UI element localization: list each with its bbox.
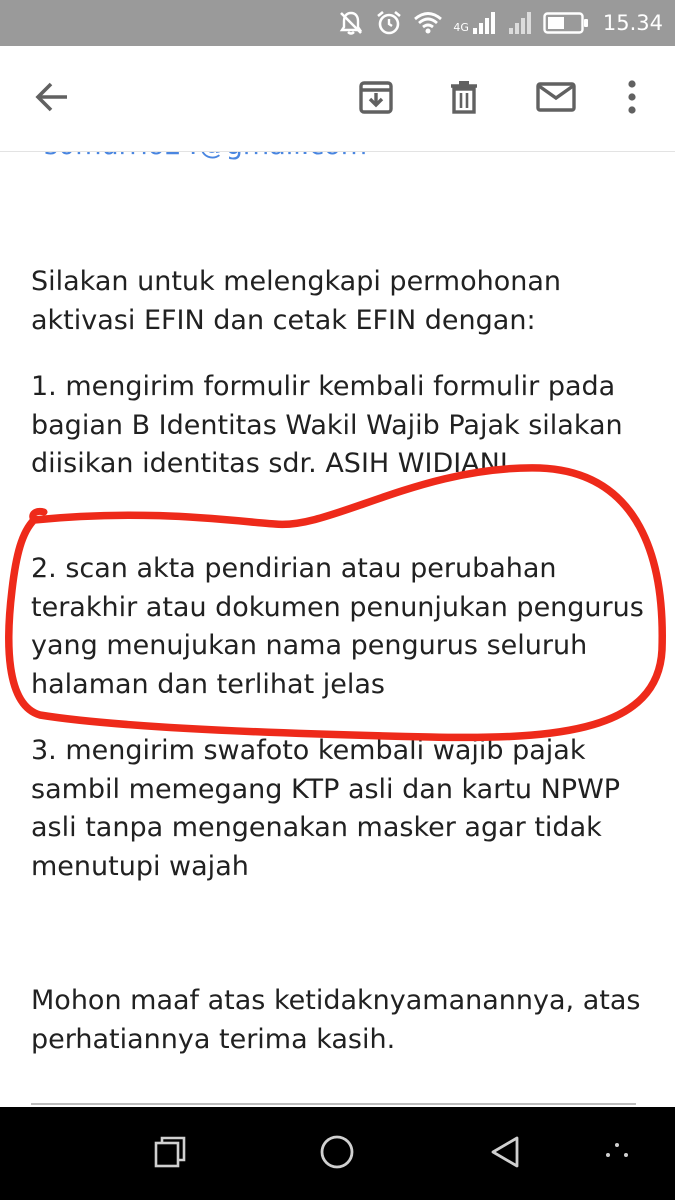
- home-button[interactable]: [306, 1107, 368, 1200]
- mark-unread-icon: [536, 81, 576, 117]
- back-arrow-icon: [34, 79, 70, 119]
- delete-button[interactable]: [432, 46, 496, 152]
- sender-email-link[interactable]: s0murrio24@gmail.com: [44, 152, 367, 161]
- email-intro-text: Silakan untuk melengkapi permohonan akti…: [31, 266, 562, 336]
- navigation-bar: [0, 1107, 675, 1200]
- divider: [31, 1103, 636, 1105]
- more-options-button[interactable]: [612, 46, 652, 152]
- archive-icon: [358, 79, 394, 119]
- signal-weak-icon: [507, 10, 533, 36]
- email-item-2: 2. scan akta pendirian atau perubahan te…: [31, 553, 644, 700]
- status-bar: 4G 15.34: [0, 0, 675, 46]
- alarm-clock-icon: [375, 9, 403, 37]
- email-item-3: 3. mengirim swafoto kembali wajib pajak …: [31, 735, 621, 882]
- archive-button[interactable]: [344, 46, 408, 152]
- nav-more-button[interactable]: [592, 1107, 642, 1200]
- recent-apps-icon: [153, 1135, 187, 1173]
- recent-apps-button[interactable]: [140, 1107, 200, 1200]
- email-item-1: 1. mengirim formulir kembali formulir pa…: [31, 371, 623, 479]
- wifi-icon: [413, 10, 443, 36]
- back-icon: [489, 1135, 521, 1173]
- more-vert-icon: [627, 80, 637, 118]
- delete-icon: [446, 79, 482, 119]
- back-button[interactable]: [20, 46, 84, 152]
- home-icon: [319, 1134, 355, 1174]
- app-toolbar: [0, 46, 675, 152]
- nav-back-button[interactable]: [475, 1107, 535, 1200]
- status-time: 15.34: [602, 11, 663, 35]
- screen: 4G 15.34 Silakan untuk melengkapi permoh…: [0, 0, 675, 1200]
- more-dots-icon: [604, 1142, 630, 1166]
- battery-icon: [543, 11, 589, 35]
- email-body: s0murrio24@gmail.com Silakan untuk melen…: [0, 152, 675, 1107]
- network-type-label: 4G: [453, 21, 469, 34]
- alarm-off-icon: [337, 9, 365, 37]
- email-closing-text: Mohon maaf atas ketidaknyamanannya, atas…: [31, 985, 641, 1055]
- mark-unread-button[interactable]: [522, 46, 590, 152]
- signal-icon: 4G: [453, 10, 497, 36]
